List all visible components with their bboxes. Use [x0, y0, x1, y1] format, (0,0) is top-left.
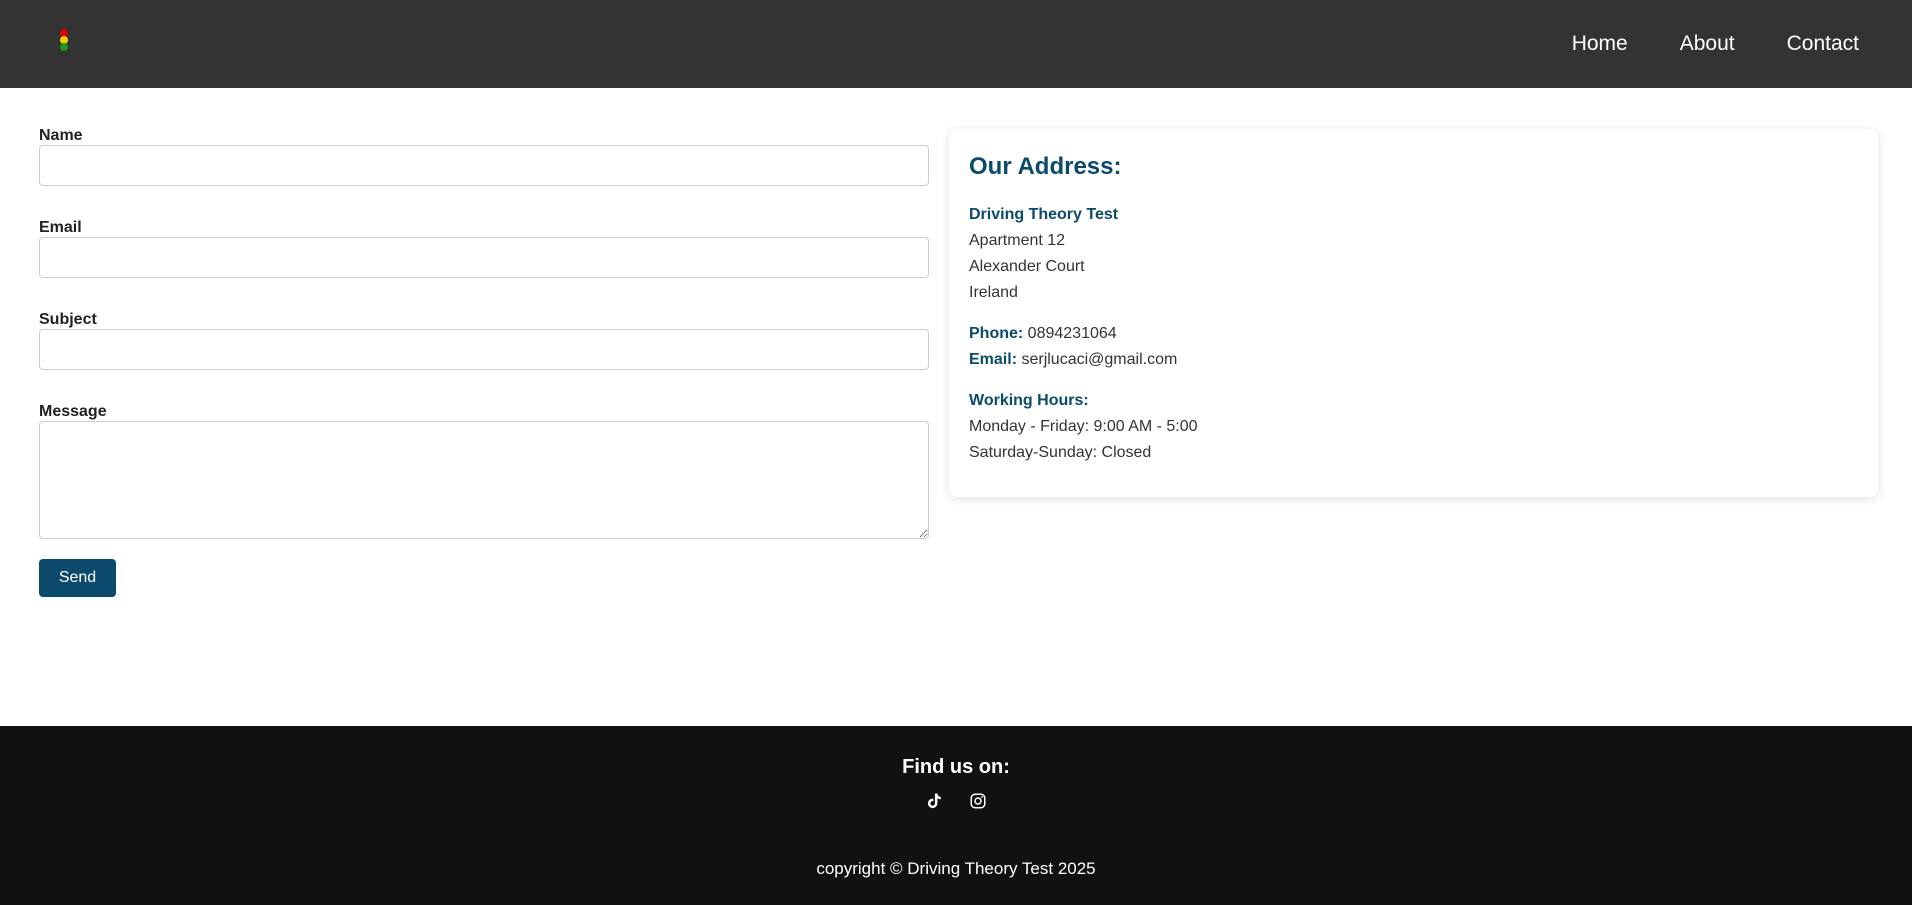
address-title: Our Address:	[969, 153, 1122, 180]
nav-contact-link[interactable]: Contact	[1787, 32, 1859, 56]
site-header: Home About Contact	[0, 0, 1912, 88]
phone-row: Phone: 0894231064	[969, 321, 1858, 347]
address-line-2: Alexander Court	[969, 258, 1085, 275]
traffic-light-icon[interactable]	[59, 29, 69, 53]
phone-label: Phone:	[969, 325, 1024, 342]
nav-home-link[interactable]: Home	[1572, 32, 1628, 56]
name-field[interactable]	[39, 145, 929, 186]
email-value: serjlucaci@gmail.com	[1021, 351, 1178, 368]
phone-value: 0894231064	[1027, 325, 1117, 342]
send-button[interactable]: Send	[39, 559, 116, 597]
email-row: Email: serjlucaci@gmail.com	[969, 347, 1858, 373]
address-line-3: Ireland	[969, 284, 1018, 301]
social-links	[0, 792, 1912, 810]
weekend-hours: Saturday-Sunday: Closed	[969, 444, 1152, 461]
tiktok-icon[interactable]	[925, 792, 943, 810]
address-line-1: Apartment 12	[969, 232, 1066, 249]
nav-about-link[interactable]: About	[1680, 32, 1735, 56]
main-nav: Home About Contact	[1520, 0, 1859, 88]
email-field[interactable]	[39, 237, 929, 278]
message-field[interactable]	[39, 421, 929, 539]
contact-form: Name Email Subject Message Send	[39, 126, 929, 597]
working-hours-title: Working Hours:	[969, 392, 1089, 409]
message-label: Message	[39, 403, 107, 420]
find-us-heading: Find us on:	[902, 756, 1010, 778]
copyright-text: copyright © Driving Theory Test 2025	[816, 859, 1096, 878]
address-card: Our Address: Driving Theory Test Apartme…	[949, 129, 1878, 497]
instagram-icon[interactable]	[969, 792, 987, 810]
name-label: Name	[39, 127, 83, 144]
site-footer: Find us on: copyright © Driving Theory T…	[0, 726, 1912, 905]
subject-field[interactable]	[39, 329, 929, 370]
subject-label: Subject	[39, 311, 97, 328]
email-label: Email	[39, 219, 82, 236]
green-light	[60, 43, 68, 51]
weekday-hours: Monday - Friday: 9:00 AM - 5:00	[969, 418, 1198, 435]
company-name: Driving Theory Test	[969, 206, 1119, 223]
email-label: Email:	[969, 351, 1018, 368]
